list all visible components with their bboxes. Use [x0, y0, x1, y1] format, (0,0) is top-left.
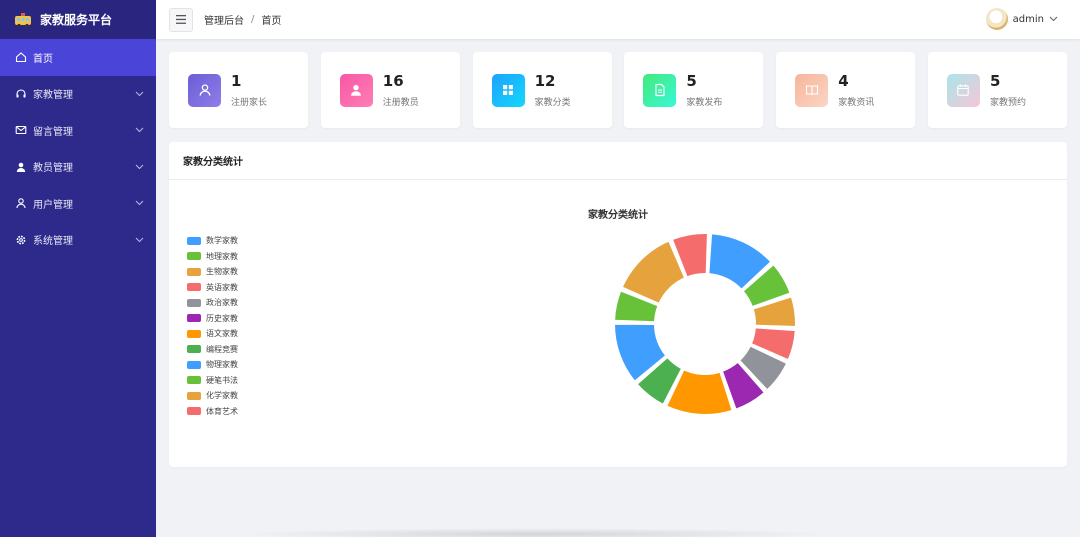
bottom-shadow: [235, 528, 835, 537]
user-icon: [188, 73, 221, 107]
breadcrumb-item-admin[interactable]: 管理后台: [204, 12, 244, 27]
grid-icon: [491, 73, 525, 107]
category-stats-panel: 家教分类统计 家教分类统计 数学家教 地理家教 生物家教 英语家教 政治家教 历史家教 语文…: [169, 142, 1067, 467]
stat-value: 1: [231, 71, 242, 90]
chevron-down-icon: [134, 89, 144, 99]
donut-chart: [612, 232, 797, 416]
menu-toggle-button[interactable]: [169, 7, 193, 32]
stat-label: 注册教员: [382, 97, 419, 108]
stat-cards: 1 注册家长 16 注册教员 12 家教分类 5 家教发布 4 家教资讯 5 家教预约: [169, 52, 1067, 128]
avatar[interactable]: [985, 8, 1008, 30]
stat-value: 5: [989, 71, 1001, 90]
sidebar-item-label: 教员管理: [33, 163, 73, 175]
stat-card[interactable]: 1 注册家长: [169, 52, 308, 128]
user-menu[interactable]: admin: [985, 8, 1058, 30]
sidebar-menu: 首页家教管理留言管理教员管理用户管理系统管理: [0, 39, 156, 258]
sidebar-item-5[interactable]: 系统管理: [0, 222, 156, 259]
stat-label: 家教预约: [989, 97, 1026, 108]
menu-icon: [176, 15, 186, 24]
book-icon: [795, 73, 829, 107]
chevron-down-icon: [134, 235, 144, 245]
stat-card-text: 5 家教发布: [686, 71, 723, 108]
mail-icon: [15, 124, 27, 136]
stat-card-text: 12 家教分类: [534, 71, 571, 108]
sidebar-item-0[interactable]: 首页: [0, 39, 156, 76]
sidebar-item-4[interactable]: 用户管理: [0, 185, 156, 222]
stat-card[interactable]: 5 家教预约: [927, 52, 1067, 128]
person-filled-icon: [15, 161, 27, 173]
gear-icon: [15, 234, 27, 246]
stat-card[interactable]: 12 家教分类: [472, 52, 612, 128]
stat-card-text: 4 家教资讯: [838, 71, 875, 108]
stat-value: 16: [382, 71, 404, 90]
school-bus-logo-icon: [15, 12, 31, 27]
stat-label: 家教分类: [534, 97, 571, 108]
user-filled-icon: [339, 73, 373, 107]
sidebar-item-label: 家教管理: [33, 90, 73, 102]
stat-card[interactable]: 5 家教发布: [624, 52, 764, 128]
app-title: 家教服务平台: [40, 13, 113, 27]
chevron-down-icon: [134, 125, 144, 135]
stat-card-text: 16 注册教员: [382, 71, 419, 108]
person-outline-icon: [15, 197, 27, 209]
breadcrumb-item-home: 首页: [261, 16, 282, 27]
stat-value: 5: [686, 71, 697, 90]
sidebar: 家教服务平台 首页家教管理留言管理教员管理用户管理系统管理: [0, 0, 156, 537]
calendar-icon: [946, 73, 980, 107]
stat-card[interactable]: 4 家教资讯: [776, 52, 916, 128]
stat-label: 家教发布: [686, 97, 723, 108]
stat-card[interactable]: 16 注册教员: [320, 52, 460, 128]
stat-label: 家教资讯: [838, 97, 875, 108]
headset-icon: [15, 88, 27, 100]
document-icon: [643, 73, 677, 107]
stat-card-text: 5 家教预约: [989, 71, 1026, 108]
stat-card-text: 1 注册家长: [231, 71, 268, 108]
stat-label: 注册家长: [231, 97, 268, 108]
chevron-down-icon: [1049, 16, 1058, 22]
sidebar-item-label: 首页: [33, 53, 53, 65]
sidebar-item-1[interactable]: 家教管理: [0, 76, 156, 113]
home-icon: [15, 51, 27, 63]
chevron-down-icon: [134, 198, 144, 208]
username[interactable]: admin: [1013, 14, 1044, 25]
chevron-down-icon: [134, 162, 144, 172]
sidebar-item-label: 系统管理: [33, 236, 73, 248]
sidebar-item-label: 用户管理: [33, 199, 73, 211]
sidebar-item-label: 留言管理: [33, 126, 73, 138]
stat-value: 4: [838, 71, 849, 90]
sidebar-item-2[interactable]: 留言管理: [0, 112, 156, 149]
brand: 家教服务平台: [0, 0, 156, 39]
top-header: 管理后台 / 首页 admin: [156, 0, 1080, 39]
stat-value: 12: [534, 71, 556, 90]
breadcrumb-separator: /: [251, 14, 255, 25]
breadcrumb: 管理后台 / 首页: [204, 12, 281, 27]
sidebar-item-3[interactable]: 教员管理: [0, 149, 156, 186]
